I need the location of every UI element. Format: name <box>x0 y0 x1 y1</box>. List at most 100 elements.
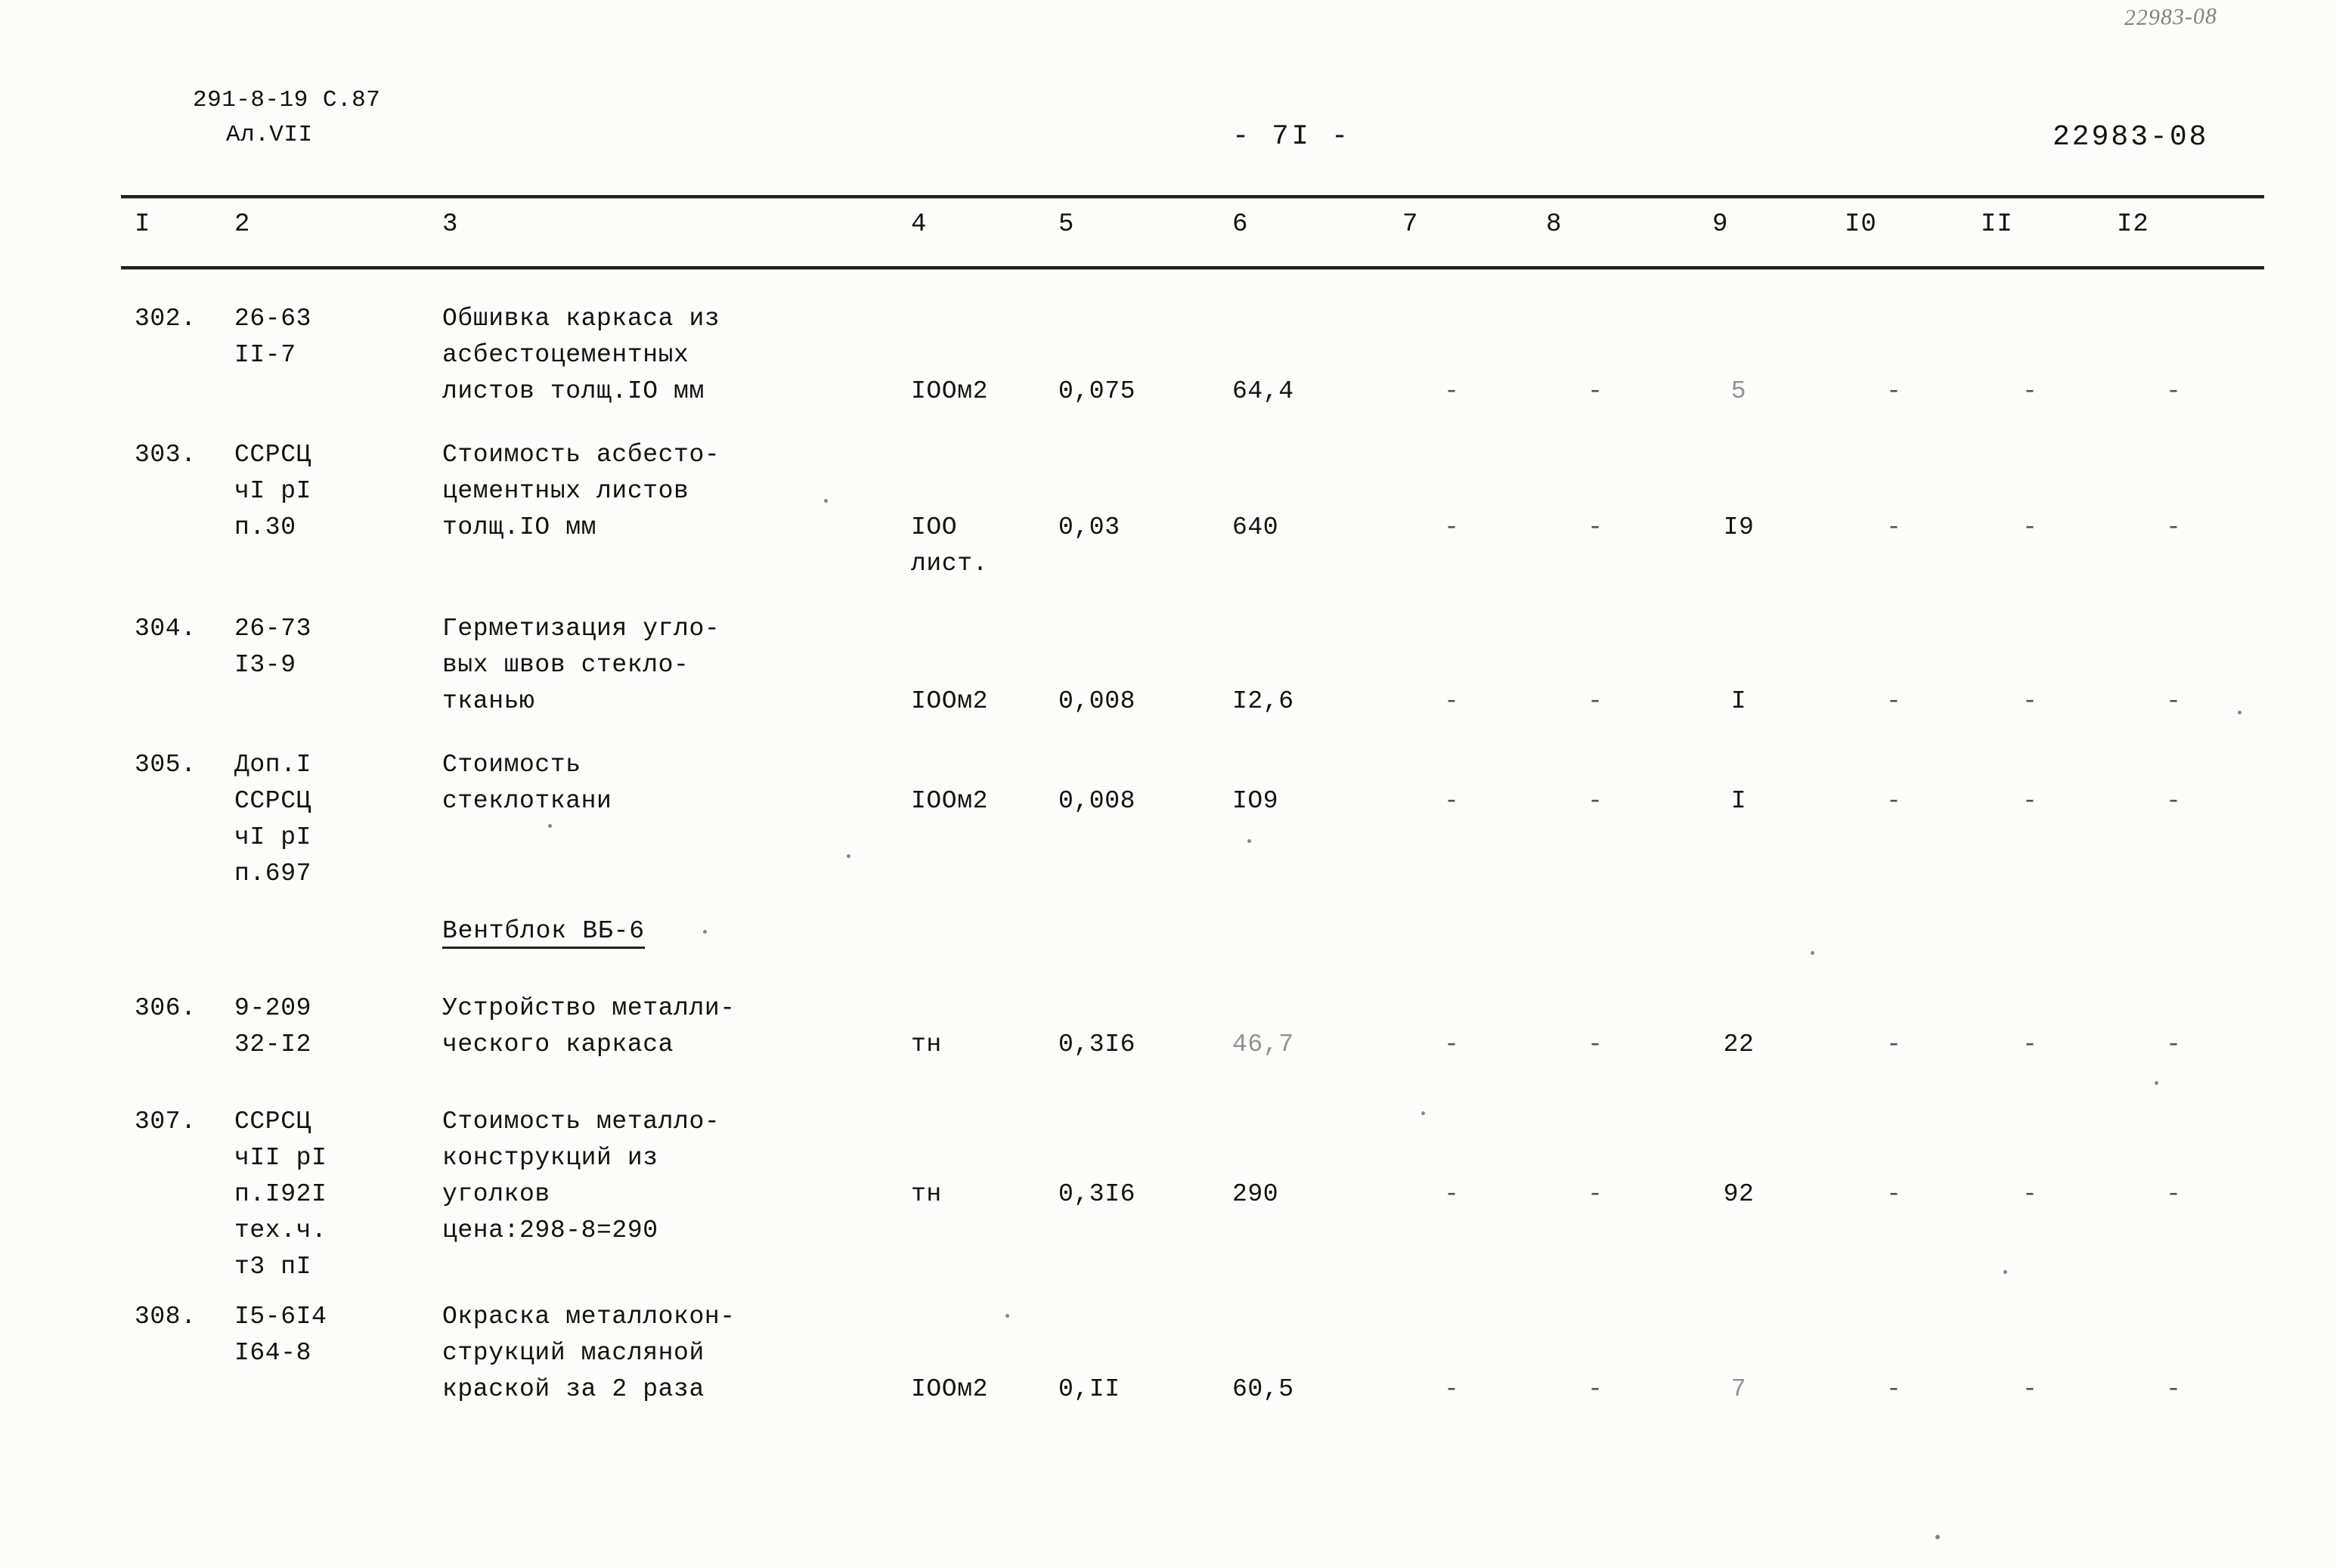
row-value-5: 0,03 <box>1058 513 1120 541</box>
row-value-10: - <box>1886 687 1901 715</box>
archive-stamp-top-right: 22983-08 <box>2124 3 2218 31</box>
row-value-10: - <box>1886 513 1901 541</box>
row-value-9: 5 <box>1730 377 1747 405</box>
row-value-11: - <box>2022 1180 2037 1208</box>
row-value-11: - <box>2022 1375 2037 1403</box>
scan-speck <box>2155 1081 2158 1085</box>
row-number: 302. <box>135 305 197 333</box>
row-value-5: 0,3I6 <box>1058 1180 1136 1208</box>
table-top-rule <box>121 195 2264 198</box>
row-value-12: - <box>2166 687 2181 715</box>
row-description: Герметизация угло- вых швов стекло- ткан… <box>442 615 720 715</box>
row-value-7: - <box>1444 513 1459 541</box>
scan-speck <box>1247 839 1251 843</box>
column-header-10: I0 <box>1845 210 1877 239</box>
row-code: ССРСЦ чII pI п.I92I тех.ч. т3 пI <box>234 1108 327 1281</box>
scan-speck <box>1811 951 1814 955</box>
row-value-9: 22 <box>1723 1030 1755 1058</box>
section-heading: Вентблок ВБ-6 <box>442 917 645 949</box>
row-value-5: 0,008 <box>1058 787 1136 815</box>
row-value-10: - <box>1886 377 1901 405</box>
row-value-12: - <box>2166 1375 2181 1403</box>
row-code: Доп.I ССРСЦ чI pI п.697 <box>234 751 312 888</box>
column-header-9: 9 <box>1712 210 1729 239</box>
row-number: 308. <box>135 1303 197 1331</box>
row-unit: IOO лист. <box>911 513 989 578</box>
header-album-line: Ал.VII <box>226 122 313 148</box>
row-value-6: 46,7 <box>1232 1030 1294 1058</box>
column-header-1: I <box>135 210 151 239</box>
row-value-8: - <box>1588 787 1603 815</box>
row-value-5: 0,3I6 <box>1058 1030 1136 1058</box>
row-code: 26-63 II-7 <box>234 305 312 369</box>
row-value-6: 640 <box>1232 513 1279 541</box>
row-value-8: - <box>1588 377 1603 405</box>
row-number: 304. <box>135 615 197 643</box>
column-header-5: 5 <box>1058 210 1075 239</box>
row-unit: IOOм2 <box>911 377 989 405</box>
row-value-8: - <box>1588 1030 1603 1058</box>
row-value-10: - <box>1886 1030 1901 1058</box>
row-code: ССРСЦ чI pI п.30 <box>234 441 312 541</box>
row-value-12: - <box>2166 513 2181 541</box>
column-header-3: 3 <box>442 210 459 239</box>
row-code: I5-6I4 I64-8 <box>234 1303 327 1367</box>
scan-speck <box>2238 711 2242 714</box>
column-header-11: II <box>1981 210 2013 239</box>
row-value-12: - <box>2166 377 2181 405</box>
row-value-5: 0,075 <box>1058 377 1136 405</box>
row-value-7: - <box>1444 1180 1459 1208</box>
row-value-8: - <box>1588 513 1603 541</box>
row-value-9: I <box>1730 787 1747 815</box>
row-value-7: - <box>1444 377 1459 405</box>
scanned-page: 22983-08 291-8-19 С.87 Ал.VII - 7I - 229… <box>0 0 2336 1568</box>
row-value-10: - <box>1886 1180 1901 1208</box>
row-value-9: I <box>1730 687 1747 715</box>
row-value-6: 290 <box>1232 1180 1279 1208</box>
scan-speck <box>1005 1314 1009 1318</box>
row-value-9: I9 <box>1723 513 1755 541</box>
scan-speck <box>1421 1111 1425 1115</box>
row-value-7: - <box>1444 1375 1459 1403</box>
row-value-6: 60,5 <box>1232 1375 1294 1403</box>
row-value-7: - <box>1444 1030 1459 1058</box>
column-header-7: 7 <box>1402 210 1419 239</box>
row-unit: IOOм2 <box>911 1375 989 1403</box>
row-number: 305. <box>135 751 197 779</box>
row-value-10: - <box>1886 787 1901 815</box>
row-description: Устройство металли- ческого каркаса <box>442 994 736 1058</box>
row-value-11: - <box>2022 377 2037 405</box>
scan-speck <box>847 854 850 858</box>
row-value-8: - <box>1588 1375 1603 1403</box>
row-value-9: 7 <box>1730 1375 1747 1403</box>
row-value-7: - <box>1444 787 1459 815</box>
column-header-6: 6 <box>1232 210 1249 239</box>
row-value-11: - <box>2022 1030 2037 1058</box>
row-unit: тн <box>911 1180 942 1208</box>
table-header-rule <box>121 266 2264 269</box>
row-number: 307. <box>135 1108 197 1136</box>
row-description: Стоимость асбесто- цементных листов толщ… <box>442 441 720 541</box>
row-value-11: - <box>2022 787 2037 815</box>
header-code-line: 291-8-19 С.87 <box>193 87 381 113</box>
row-description: Окраска металлокон- струкций масляной кр… <box>442 1303 736 1403</box>
row-number: 303. <box>135 441 197 469</box>
row-value-5: 0,II <box>1058 1375 1120 1403</box>
row-value-9: 92 <box>1723 1180 1755 1208</box>
scan-speck <box>2003 1270 2007 1274</box>
table-column-headers: I 2 3 4 5 6 7 8 9 I0 II I2 <box>0 210 2336 256</box>
page-number: - 7I - <box>1232 121 1352 153</box>
row-description: Обшивка каркаса из асбестоцементных лист… <box>442 305 720 405</box>
row-value-6: 64,4 <box>1232 377 1294 405</box>
row-value-12: - <box>2166 1030 2181 1058</box>
row-code: 9-209 32-I2 <box>234 994 312 1058</box>
row-value-11: - <box>2022 513 2037 541</box>
row-number: 306. <box>135 994 197 1022</box>
column-header-4: 4 <box>911 210 928 239</box>
row-value-12: - <box>2166 1180 2181 1208</box>
document-header-left: 291-8-19 С.87 Ал.VII <box>193 83 380 153</box>
column-header-8: 8 <box>1546 210 1563 239</box>
row-unit: IOOм2 <box>911 687 989 715</box>
row-description: Стоимость стеклоткани <box>442 751 612 815</box>
row-value-11: - <box>2022 687 2037 715</box>
